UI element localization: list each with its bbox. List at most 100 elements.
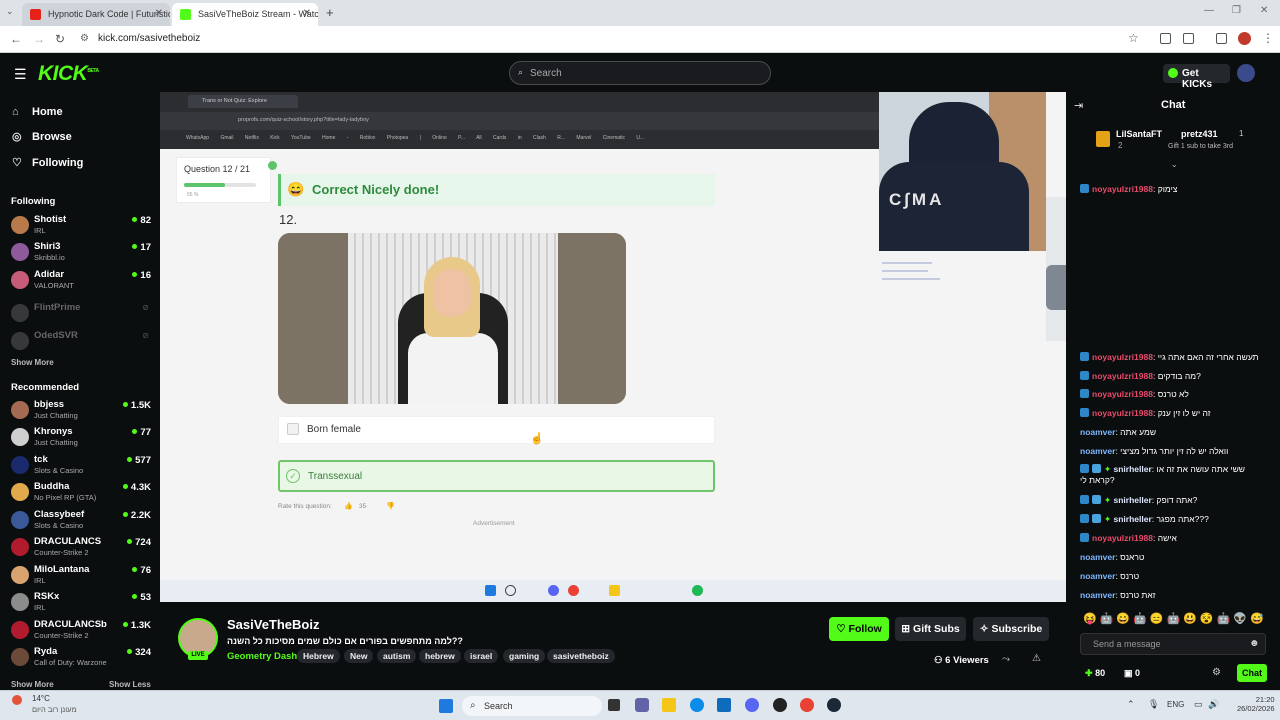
- steam-icon[interactable]: [827, 698, 841, 712]
- taskbar-search[interactable]: ⌕ Search: [462, 696, 602, 716]
- close-tab-icon[interactable]: ✕: [303, 8, 311, 19]
- answer-option-born-female[interactable]: Born female: [278, 416, 715, 444]
- tag[interactable]: hebrew: [419, 649, 461, 663]
- tag[interactable]: New: [344, 649, 374, 663]
- tag[interactable]: autism: [377, 649, 417, 663]
- spotify-icon: [692, 585, 703, 596]
- channel-item-offline[interactable]: OdedSVR ⊘: [11, 330, 151, 356]
- browser-tab-1[interactable]: Hypnotic Dark Code | Futuristic ✕: [22, 3, 170, 26]
- volume-icon[interactable]: 🔊: [1208, 699, 1219, 710]
- top-gifter[interactable]: pretz431: [1181, 129, 1218, 139]
- heart-icon: ♡: [836, 623, 846, 635]
- tag[interactable]: Hebrew: [297, 649, 340, 663]
- reload-icon[interactable]: ↻: [55, 32, 65, 46]
- badge-icon: [1080, 533, 1089, 542]
- show-less-link[interactable]: Show Less: [109, 680, 151, 689]
- chat-message: noamver: וואלה יש לה זין יותר גדול מציצי: [1080, 446, 1229, 456]
- channel-points[interactable]: ✚ 80: [1085, 668, 1105, 679]
- emote-row[interactable]: 😝🤖😄🤖😑🤖😃😵🤖👽😅: [1083, 612, 1268, 626]
- back-icon[interactable]: ←: [10, 32, 22, 46]
- thumbs-up-icon[interactable]: 👍: [344, 502, 353, 510]
- channel-item[interactable]: Classybeef Slots & Casino 2.2K: [11, 509, 151, 535]
- gift-subs-button[interactable]: ⊞ Gift Subs: [895, 617, 966, 641]
- close-tab-icon[interactable]: ✕: [155, 8, 163, 19]
- collapse-chat-icon[interactable]: ⇥: [1074, 99, 1083, 112]
- channel-item[interactable]: Buddha No Pixel RP (GTA) 4.3K: [11, 481, 151, 507]
- chrome-icon[interactable]: [800, 698, 814, 712]
- channel-item[interactable]: DRACULANCSb Counter-Strike 2 1.3K: [11, 619, 151, 645]
- channel-item-offline[interactable]: FlintPrime ⊘: [11, 302, 151, 328]
- search-input[interactable]: ⌕ Search: [509, 61, 771, 85]
- expand-chevron-icon[interactable]: ⌄: [1171, 160, 1178, 169]
- get-kicks-button[interactable]: Get KICKs: [1163, 64, 1230, 90]
- store-icon[interactable]: [717, 698, 731, 712]
- avatar: [11, 304, 29, 322]
- forward-icon[interactable]: →: [33, 32, 45, 46]
- nav-browse[interactable]: ◎ Browse: [12, 130, 72, 143]
- check-icon: ✓: [286, 469, 300, 483]
- tag[interactable]: israel: [464, 649, 499, 663]
- kick-logo[interactable]: KICKBETA: [38, 62, 99, 86]
- user-avatar[interactable]: [1237, 64, 1255, 82]
- clock[interactable]: 21:20 26/02/2026: [1237, 695, 1275, 713]
- channel-item[interactable]: Adidar VALORANT 16: [11, 269, 151, 295]
- tab-menu-chevron-icon[interactable]: ⌄: [6, 6, 14, 17]
- chat-settings-icon[interactable]: ⚙: [1212, 667, 1221, 678]
- url-field[interactable]: kick.com/sasivetheboiz: [98, 33, 200, 44]
- thumbs-down-icon[interactable]: 👎: [386, 502, 395, 510]
- maximize-icon[interactable]: ❐: [1232, 5, 1241, 16]
- kicks-balance[interactable]: ▣ 0: [1124, 668, 1140, 679]
- follow-button[interactable]: ♡ Follow: [829, 617, 889, 641]
- task-view-icon[interactable]: [608, 699, 620, 711]
- channel-item[interactable]: Shotist IRL 82: [11, 214, 151, 240]
- share-icon[interactable]: ⤳: [1002, 654, 1010, 665]
- extension-icon[interactable]: [1160, 33, 1171, 44]
- nav-following[interactable]: ♡ Following: [12, 156, 83, 169]
- badge-icon: [1092, 514, 1101, 523]
- profile-avatar[interactable]: [1238, 32, 1251, 45]
- channel-item[interactable]: tck Slots & Casino 577: [11, 454, 151, 480]
- teams-icon[interactable]: [635, 698, 649, 712]
- send-chat-button[interactable]: Chat: [1237, 664, 1267, 682]
- channel-item[interactable]: DRACULANCS Counter-Strike 2 724: [11, 536, 151, 562]
- pinned-gifter[interactable]: LilSantaFT: [1116, 129, 1162, 139]
- channel-item[interactable]: Khronys Just Chatting 77: [11, 426, 151, 452]
- minimize-icon[interactable]: —: [1204, 5, 1214, 16]
- report-icon[interactable]: ⚠: [1032, 653, 1041, 664]
- new-tab-icon[interactable]: +: [326, 5, 334, 20]
- github-icon[interactable]: [773, 698, 787, 712]
- weather-icon[interactable]: [12, 695, 22, 705]
- browser-tab-2[interactable]: SasiVeTheBoiz Stream - Watch ✕: [172, 3, 318, 26]
- show-more-recommended-link[interactable]: Show More: [11, 680, 54, 689]
- channel-item[interactable]: MiloLantana IRL 76: [11, 564, 151, 590]
- channel-item[interactable]: bbjess Just Chatting 1.5K: [11, 399, 151, 425]
- channel-item[interactable]: Ryda Call of Duty: Warzone 324: [11, 646, 151, 672]
- puzzle-icon[interactable]: [1183, 33, 1194, 44]
- channel-item[interactable]: Shiri3 Skribbl.io 17: [11, 241, 151, 267]
- streamer-name[interactable]: SasiVeTheBoiz: [227, 617, 319, 632]
- close-window-icon[interactable]: ✕: [1260, 5, 1268, 16]
- subscribe-button[interactable]: ✧ Subscribe: [973, 617, 1049, 641]
- mic-icon[interactable]: 🎙: [1148, 699, 1159, 710]
- emoji-picker-icon[interactable]: ☻: [1249, 638, 1260, 649]
- site-info-icon[interactable]: ⚙: [80, 33, 89, 44]
- chat-message-input[interactable]: Send a message: [1080, 633, 1266, 655]
- tag[interactable]: gaming: [503, 649, 546, 663]
- file-explorer-icon[interactable]: [662, 698, 676, 712]
- answer-option-transsexual[interactable]: ✓ Transsexual: [278, 460, 715, 492]
- tag[interactable]: sasivetheboiz: [547, 649, 615, 663]
- hamburger-menu-icon[interactable]: ☰: [14, 66, 27, 83]
- tray-chevron-icon[interactable]: ⌃: [1127, 699, 1135, 710]
- channel-item[interactable]: RSKx IRL 53: [11, 591, 151, 617]
- network-icon[interactable]: ▭: [1194, 699, 1203, 710]
- edge-icon[interactable]: [690, 698, 704, 712]
- media-icon[interactable]: [1216, 33, 1227, 44]
- stream-category-link[interactable]: Geometry Dash: [227, 651, 297, 662]
- question-number: 12.: [279, 212, 298, 227]
- nav-home[interactable]: ⌂ Home: [12, 106, 63, 118]
- discord-icon[interactable]: [745, 698, 759, 712]
- show-more-following-link[interactable]: Show More: [11, 358, 54, 367]
- start-button-icon[interactable]: [439, 699, 453, 713]
- bookmark-star-icon[interactable]: ☆: [1128, 31, 1139, 45]
- browser-menu-icon[interactable]: ⋮: [1262, 31, 1274, 45]
